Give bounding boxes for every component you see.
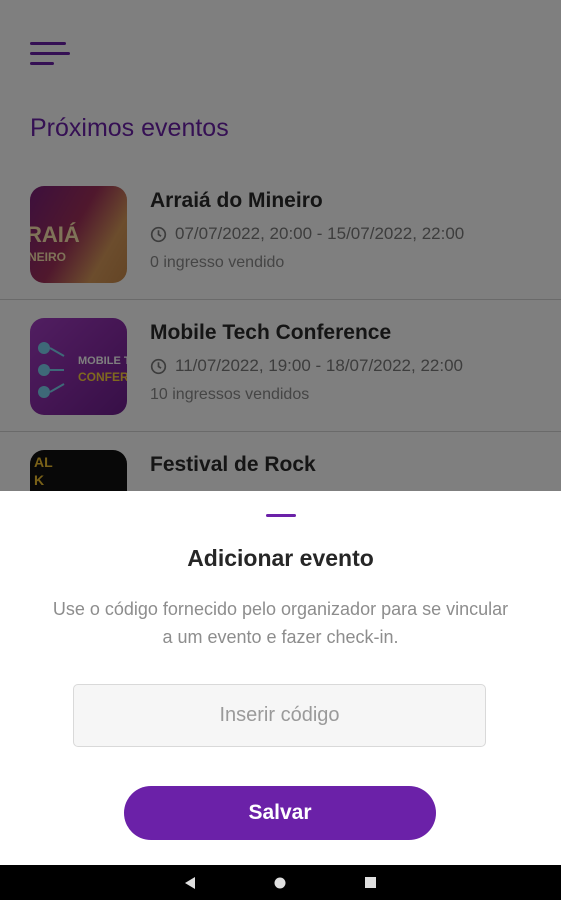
add-event-sheet: Adicionar evento Use o código fornecido … <box>0 491 561 865</box>
save-button[interactable]: Salvar <box>124 786 436 840</box>
home-nav-button[interactable] <box>260 865 300 900</box>
system-nav-bar <box>0 865 561 900</box>
back-nav-button[interactable] <box>171 865 211 900</box>
event-code-input[interactable] <box>73 684 486 747</box>
home-circle-icon <box>274 877 286 888</box>
sheet-description: Use o código fornecido pelo organizador … <box>52 599 509 647</box>
sheet-title: Adicionar evento <box>187 545 374 571</box>
recents-square-icon <box>364 877 376 888</box>
events-screen: Próximos eventos RAIÁ NEIRO Arraiá do Mi… <box>0 0 561 865</box>
back-triangle-icon <box>185 876 195 889</box>
sheet-drag-handle[interactable] <box>266 514 296 517</box>
recents-nav-button[interactable] <box>350 865 390 900</box>
